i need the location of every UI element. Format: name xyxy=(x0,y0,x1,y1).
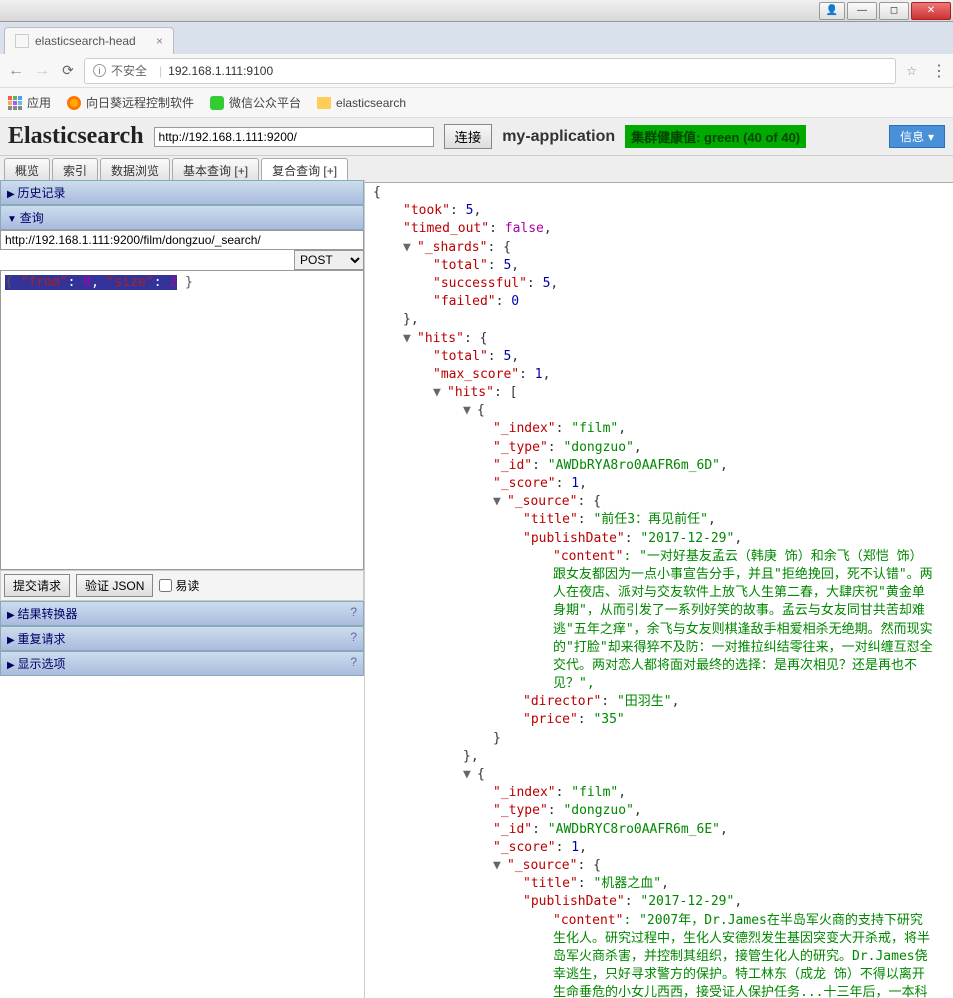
tab-overview[interactable]: 概览 xyxy=(4,158,50,182)
info-icon[interactable]: i xyxy=(93,64,106,77)
close-tab-icon[interactable]: × xyxy=(156,34,163,48)
bookmark-bar: 应用 向日葵远程控制软件 微信公众平台 elasticsearch xyxy=(0,88,953,118)
main-content: 历史记录 查询 POST { "from": 0, "size": 2 } 提交… xyxy=(0,180,953,998)
cluster-url-input[interactable] xyxy=(154,127,434,147)
url-text: 192.168.1.111:9100 xyxy=(168,64,273,78)
browser-toolbar: ← → ⟳ i 不安全 | 192.168.1.111:9100 ☆ ⋮ xyxy=(0,54,953,88)
tab-basic-query[interactable]: 基本查询 [+] xyxy=(172,158,259,182)
insecure-label: 不安全 xyxy=(111,62,147,79)
nav-tabs: 概览 索引 数据浏览 基本查询 [+] 复合查询 [+] xyxy=(0,156,953,183)
minimize-button[interactable]: — xyxy=(847,2,877,20)
response-panel: {"took": 5,"timed_out": false,▼"_shards"… xyxy=(365,180,953,998)
query-section[interactable]: 查询 xyxy=(0,205,364,230)
browser-tab-bar: elasticsearch-head × xyxy=(0,22,953,54)
maximize-button[interactable]: ◻ xyxy=(879,2,909,20)
address-bar[interactable]: i 不安全 | 192.168.1.111:9100 xyxy=(84,58,896,84)
page-icon xyxy=(15,34,29,48)
transformer-section[interactable]: ?结果转换器 xyxy=(0,601,364,626)
menu-icon[interactable]: ⋮ xyxy=(931,61,947,81)
query-panel: 历史记录 查询 POST { "from": 0, "size": 2 } 提交… xyxy=(0,180,365,998)
sunflower-bookmark[interactable]: 向日葵远程控制软件 xyxy=(67,94,194,111)
es-bookmark[interactable]: elasticsearch xyxy=(317,96,406,110)
browser-tab[interactable]: elasticsearch-head × xyxy=(4,27,174,54)
method-select[interactable]: POST xyxy=(294,250,364,270)
user-icon[interactable]: 👤 xyxy=(819,2,845,20)
bookmark-star-icon[interactable]: ☆ xyxy=(906,64,917,78)
window-titlebar: 👤 — ◻ ✕ xyxy=(0,0,953,22)
display-section[interactable]: ?显示选项 xyxy=(0,651,364,676)
info-button[interactable]: 信息 ▾ xyxy=(889,125,945,148)
reload-button[interactable]: ⟳ xyxy=(58,62,78,79)
close-button[interactable]: ✕ xyxy=(911,2,951,20)
connect-button[interactable]: 连接 xyxy=(444,124,493,149)
action-row: 提交请求 验证 JSON 易读 xyxy=(0,570,364,601)
validate-button[interactable]: 验证 JSON xyxy=(76,574,153,597)
tab-indices[interactable]: 索引 xyxy=(52,158,98,182)
apps-bookmark[interactable]: 应用 xyxy=(8,94,51,111)
history-section[interactable]: 历史记录 xyxy=(0,180,364,205)
pretty-checkbox[interactable]: 易读 xyxy=(159,577,199,594)
wechat-bookmark[interactable]: 微信公众平台 xyxy=(210,94,301,111)
sunflower-icon xyxy=(67,96,81,110)
query-url-input[interactable] xyxy=(0,230,364,250)
app-header: Elasticsearch 连接 my-application 集群健康值: g… xyxy=(0,118,953,156)
health-badge: 集群健康值: green (40 of 40) xyxy=(625,125,806,148)
forward-button[interactable]: → xyxy=(32,62,52,80)
wechat-icon xyxy=(210,96,224,110)
submit-button[interactable]: 提交请求 xyxy=(4,574,70,597)
apps-icon xyxy=(8,96,22,110)
es-head-app: Elasticsearch 连接 my-application 集群健康值: g… xyxy=(0,118,953,998)
repeat-section[interactable]: ?重复请求 xyxy=(0,626,364,651)
tab-compound-query[interactable]: 复合查询 [+] xyxy=(261,158,348,182)
back-button[interactable]: ← xyxy=(6,62,26,80)
cluster-name: my-application xyxy=(502,128,615,146)
tab-title: elasticsearch-head xyxy=(35,34,136,48)
app-title: Elasticsearch xyxy=(8,123,144,150)
folder-icon xyxy=(317,97,331,109)
request-body-editor[interactable]: { "from": 0, "size": 2 } xyxy=(0,270,364,570)
tab-browse[interactable]: 数据浏览 xyxy=(100,158,170,182)
